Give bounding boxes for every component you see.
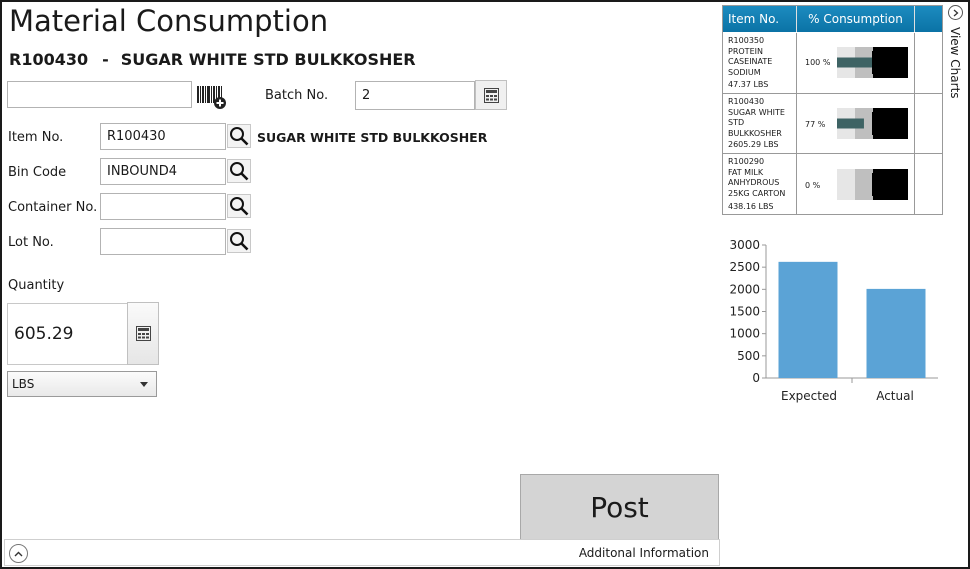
expected-vs-actual-chart: 0 500 1000 1500 2000 2500 3000 Expected Actual xyxy=(729,238,938,403)
table-row[interactable]: R100430 SUGAR WHITE STD BULKKOSHER 2605.… xyxy=(723,94,942,154)
post-button[interactable]: Post xyxy=(520,474,719,540)
x-tick-label: Expected xyxy=(781,389,837,403)
calculator-icon xyxy=(135,326,151,341)
lot-no-label: Lot No. xyxy=(8,235,54,250)
quantity-label: Quantity xyxy=(8,278,65,293)
bullet-target-marker xyxy=(872,51,874,74)
table-header: Item No. % Consumption xyxy=(723,6,942,32)
bullet-target-marker xyxy=(872,173,874,196)
y-tick-label: 2000 xyxy=(729,282,760,296)
bullet-band-mid xyxy=(855,169,873,200)
row-item-desc: 25KG CARTON xyxy=(728,188,786,198)
view-charts-label[interactable]: View Charts xyxy=(948,27,962,99)
row-item-no: R100290 xyxy=(728,157,765,166)
y-tick-label: 500 xyxy=(737,349,760,363)
table-row[interactable]: R100290 FAT MILK ANHYDROUS 25KG CARTON 4… xyxy=(723,154,942,215)
y-tick-label: 3000 xyxy=(729,238,760,252)
row-pct-cell: 100 % xyxy=(797,33,915,93)
footer-bar: Additonal Information xyxy=(4,539,720,566)
bullet-band-low xyxy=(837,169,855,200)
row-item-cell: R100290 FAT MILK ANHYDROUS 25KG CARTON 4… xyxy=(723,154,797,215)
chevron-right-icon[interactable] xyxy=(948,5,963,20)
heading-item-desc: SUGAR WHITE STD BULKKOSHER xyxy=(120,50,416,69)
row-pct-label: 77 % xyxy=(805,120,826,129)
row-item-no: R100350 xyxy=(728,36,765,45)
row-item-qty: 438.16 LBS xyxy=(728,201,774,211)
magnifier-icon xyxy=(230,127,249,146)
row-item-desc: SODIUM xyxy=(728,67,761,77)
row-item-desc: CASEINATE xyxy=(728,57,773,66)
bullet-band-high xyxy=(873,169,908,200)
y-tick-label: 2500 xyxy=(729,260,760,274)
barcode-scan-icon[interactable] xyxy=(197,86,227,110)
row-pct-cell: 77 % xyxy=(797,94,915,153)
row-item-qty: 47.37 LBS xyxy=(728,79,769,89)
batch-label: Batch No. xyxy=(265,88,329,103)
uom-select[interactable]: LBS xyxy=(7,371,157,397)
bullet-graph xyxy=(837,47,908,78)
page-title: Material Consumption xyxy=(9,4,329,38)
bullet-value-bar xyxy=(837,118,864,129)
chart-bar xyxy=(778,261,838,378)
selected-item-heading: R100430- SUGAR WHITE STD BULKKOSHER xyxy=(9,50,416,69)
bullet-graph xyxy=(837,108,908,139)
bullet-value-bar xyxy=(837,57,872,68)
row-item-desc: FAT MILK xyxy=(728,167,764,177)
y-tick-label: 0 xyxy=(752,371,760,385)
container-no-label: Container No. xyxy=(8,200,98,215)
magnifier-icon xyxy=(230,197,249,216)
item-no-label: Item No. xyxy=(8,130,64,145)
quantity-calculator-button[interactable] xyxy=(127,302,159,365)
row-item-no: R100430 xyxy=(728,97,765,106)
row-item-desc: SUGAR WHITE xyxy=(728,107,785,117)
row-pct-label: 100 % xyxy=(805,58,831,67)
col-header-item-no[interactable]: Item No. xyxy=(723,6,797,32)
container-search-button[interactable] xyxy=(227,194,251,218)
y-tick-label: 1500 xyxy=(729,305,760,319)
batch-input[interactable]: 2 xyxy=(355,81,475,110)
lot-no-input[interactable] xyxy=(100,228,226,255)
row-item-cell: R100350 PROTEIN CASEINATE SODIUM 47.37 L… xyxy=(723,33,797,93)
consumption-table: Item No. % Consumption R100350 PROTEIN C… xyxy=(722,5,943,215)
item-description: SUGAR WHITE STD BULKKOSHER xyxy=(257,130,488,145)
bin-code-input[interactable]: INBOUND4 xyxy=(100,158,226,185)
chart-bar xyxy=(866,288,926,378)
table-row[interactable]: R100350 PROTEIN CASEINATE SODIUM 47.37 L… xyxy=(723,33,942,94)
row-item-desc: STD BULKKOSHER xyxy=(728,118,782,138)
chevron-up-icon[interactable] xyxy=(9,544,28,563)
uom-selected-value: LBS xyxy=(12,377,35,391)
container-no-input[interactable] xyxy=(100,193,226,220)
row-pct-cell: 0 % xyxy=(797,154,915,215)
bin-code-label: Bin Code xyxy=(8,165,67,180)
y-tick-label: 1000 xyxy=(729,327,760,341)
row-item-qty: 2605.29 LBS xyxy=(728,139,779,149)
calculator-icon xyxy=(483,87,499,103)
row-item-cell: R100430 SUGAR WHITE STD BULKKOSHER 2605.… xyxy=(723,94,797,153)
item-search-button[interactable] xyxy=(227,124,251,148)
quantity-input[interactable]: 605.29 xyxy=(7,303,128,365)
view-charts-tab[interactable]: View Charts xyxy=(946,5,966,105)
col-header-spacer xyxy=(915,6,942,32)
heading-item-code: R100430 xyxy=(9,50,89,69)
bullet-graph xyxy=(837,169,908,200)
row-item-desc: ANHYDROUS xyxy=(728,178,780,187)
row-item-desc: PROTEIN xyxy=(728,46,763,56)
row-pct-label: 0 % xyxy=(805,181,821,190)
bin-search-button[interactable] xyxy=(227,159,251,183)
heading-separator: - xyxy=(102,50,109,69)
bullet-band-high xyxy=(873,47,908,78)
x-tick-label: Actual xyxy=(876,389,914,403)
col-header-consumption[interactable]: % Consumption xyxy=(797,6,915,32)
scan-input[interactable] xyxy=(7,81,192,108)
additional-information-link[interactable]: Additonal Information xyxy=(579,546,709,560)
item-no-input[interactable]: R100430 xyxy=(100,123,226,150)
batch-calculator-button[interactable] xyxy=(475,80,507,110)
bullet-band-high xyxy=(873,108,908,139)
magnifier-icon xyxy=(230,232,249,251)
lot-search-button[interactable] xyxy=(227,229,251,253)
dropdown-arrow-icon xyxy=(140,382,148,387)
magnifier-icon xyxy=(230,162,249,181)
bullet-target-marker xyxy=(872,112,874,135)
